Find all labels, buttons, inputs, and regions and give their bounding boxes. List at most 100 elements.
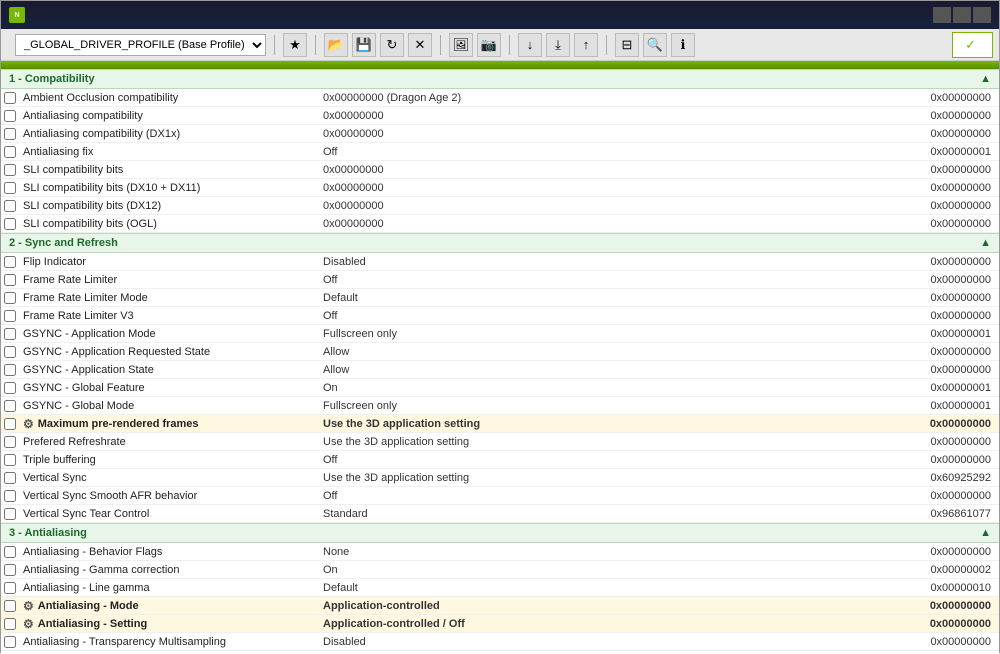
row-checkbox-col	[1, 490, 19, 502]
row-checkbox-col	[1, 256, 19, 268]
row-value: Allow	[319, 346, 889, 358]
toolbar-separator-5	[606, 35, 607, 55]
row-value: 0x00000000	[319, 182, 889, 194]
row-checkbox[interactable]	[4, 382, 16, 394]
row-name: Triple buffering	[19, 454, 319, 466]
section-header-2: 2 - Sync and Refresh ▲	[1, 233, 999, 253]
tb-star-button[interactable]: ★	[283, 33, 307, 57]
row-checkbox[interactable]	[4, 546, 16, 558]
toolbar-separator-1	[274, 35, 275, 55]
gear-icon: ⚙	[23, 599, 34, 613]
row-checkbox[interactable]	[4, 418, 16, 430]
profile-select[interactable]: _GLOBAL_DRIVER_PROFILE (Base Profile)	[15, 34, 266, 56]
row-checkbox[interactable]	[4, 636, 16, 648]
table-row: Frame Rate Limiter V3Off0x00000000	[1, 307, 999, 325]
row-checkbox-col	[1, 92, 19, 104]
section-label-2: 2 - Sync and Refresh	[9, 237, 118, 249]
row-hex: 0x96861077	[889, 508, 999, 520]
row-checkbox[interactable]	[4, 110, 16, 122]
row-checkbox[interactable]	[4, 364, 16, 376]
row-checkbox[interactable]	[4, 618, 16, 630]
row-value: 0x00000000 (Dragon Age 2)	[319, 92, 889, 104]
row-checkbox[interactable]	[4, 128, 16, 140]
row-value: Disabled	[319, 256, 889, 268]
row-checkbox[interactable]	[4, 292, 16, 304]
row-value: Standard	[319, 508, 889, 520]
row-name: SLI compatibility bits (DX10 + DX11)	[19, 182, 319, 194]
row-checkbox[interactable]	[4, 564, 16, 576]
tb-open-button[interactable]: 📂	[324, 33, 348, 57]
tb-down-button[interactable]: ↓	[518, 33, 542, 57]
tb-search-button[interactable]: 🔍	[643, 33, 667, 57]
row-checkbox[interactable]	[4, 182, 16, 194]
row-checkbox[interactable]	[4, 164, 16, 176]
row-hex: 0x00000000	[889, 618, 999, 630]
settings-container[interactable]: 1 - Compatibility ▲ Ambient Occlusion co…	[1, 69, 999, 654]
row-checkbox[interactable]	[4, 310, 16, 322]
row-checkbox-col	[1, 418, 19, 430]
row-checkbox[interactable]	[4, 472, 16, 484]
table-row: ⚙Maximum pre-rendered framesUse the 3D a…	[1, 415, 999, 433]
minimize-button[interactable]	[933, 7, 951, 23]
row-checkbox-col	[1, 364, 19, 376]
row-checkbox[interactable]	[4, 400, 16, 412]
row-value: Use the 3D application setting	[319, 436, 889, 448]
row-checkbox[interactable]	[4, 256, 16, 268]
row-name: Antialiasing - Transparency Multisamplin…	[19, 636, 319, 648]
row-name: Frame Rate Limiter Mode	[19, 292, 319, 304]
row-checkbox[interactable]	[4, 200, 16, 212]
row-value: Default	[319, 582, 889, 594]
row-name: ⚙Maximum pre-rendered frames	[19, 417, 319, 431]
table-row: Antialiasing compatibility (DX1x)0x00000…	[1, 125, 999, 143]
toolbar-separator-3	[440, 35, 441, 55]
row-checkbox-col	[1, 346, 19, 358]
row-checkbox[interactable]	[4, 436, 16, 448]
tb-down2-button[interactable]: ⤓	[546, 33, 570, 57]
row-name: Antialiasing - Behavior Flags	[19, 546, 319, 558]
gear-icon: ⚙	[23, 417, 34, 431]
row-value: Off	[319, 146, 889, 158]
row-checkbox[interactable]	[4, 274, 16, 286]
row-value: Application-controlled	[319, 600, 889, 612]
row-checkbox[interactable]	[4, 508, 16, 520]
row-value: 0x00000000	[319, 218, 889, 230]
row-checkbox[interactable]	[4, 582, 16, 594]
row-name: Antialiasing - Line gamma	[19, 582, 319, 594]
close-button[interactable]	[973, 7, 991, 23]
row-checkbox-col	[1, 110, 19, 122]
section-collapse-3[interactable]: ▲	[980, 527, 991, 539]
row-checkbox[interactable]	[4, 146, 16, 158]
row-checkbox[interactable]	[4, 600, 16, 612]
tb-delete-button[interactable]: ✕	[408, 33, 432, 57]
row-checkbox[interactable]	[4, 346, 16, 358]
row-checkbox[interactable]	[4, 328, 16, 340]
tb-refresh-button[interactable]: ↻	[380, 33, 404, 57]
row-value: None	[319, 546, 889, 558]
tb-screenshot2-button[interactable]: 📷	[477, 33, 501, 57]
apply-changes-button[interactable]: ✓	[952, 32, 993, 58]
table-row: SLI compatibility bits (DX12)0x000000000…	[1, 197, 999, 215]
title-bar-controls	[933, 7, 991, 23]
row-checkbox[interactable]	[4, 218, 16, 230]
table-row: Antialiasing compatibility0x000000000x00…	[1, 107, 999, 125]
row-hex: 0x00000000	[889, 636, 999, 648]
tb-up-button[interactable]: ↑	[574, 33, 598, 57]
row-value: Use the 3D application setting	[319, 418, 889, 430]
row-checkbox-col	[1, 436, 19, 448]
row-name: Prefered Refreshrate	[19, 436, 319, 448]
row-hex: 0x00000000	[889, 92, 999, 104]
tb-info-button[interactable]: ℹ	[671, 33, 695, 57]
row-checkbox[interactable]	[4, 454, 16, 466]
tb-filter-button[interactable]: ⊟	[615, 33, 639, 57]
row-name: GSYNC - Global Mode	[19, 400, 319, 412]
row-checkbox[interactable]	[4, 92, 16, 104]
row-hex: 0x00000000	[889, 310, 999, 322]
section-collapse-1[interactable]: ▲	[980, 73, 991, 85]
row-hex: 0x00000000	[889, 256, 999, 268]
maximize-button[interactable]	[953, 7, 971, 23]
row-name: GSYNC - Application Requested State	[19, 346, 319, 358]
section-collapse-2[interactable]: ▲	[980, 237, 991, 249]
tb-save-button[interactable]: 💾	[352, 33, 376, 57]
tb-screenshot-button[interactable]: 🖼	[449, 33, 473, 57]
row-checkbox[interactable]	[4, 490, 16, 502]
